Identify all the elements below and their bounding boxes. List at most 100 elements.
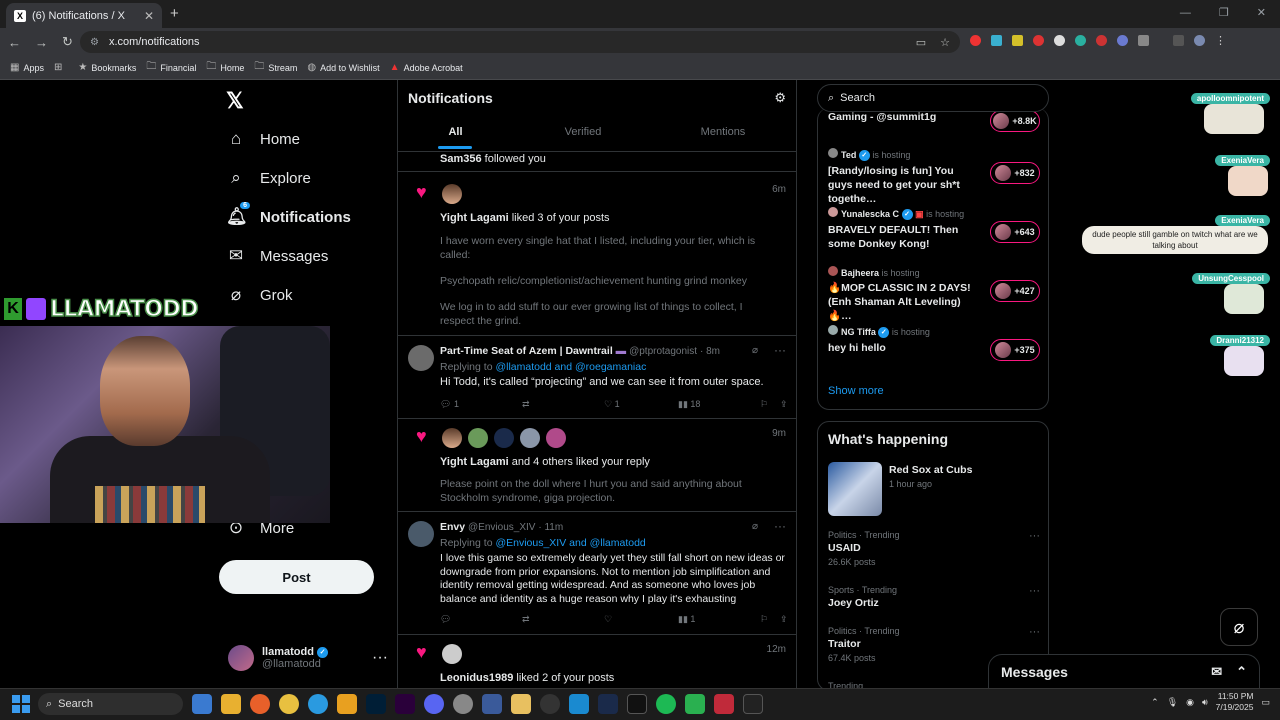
space-listeners-pill[interactable]: +427 [990, 280, 1040, 302]
reply-button[interactable]: 💬︎ [440, 614, 522, 625]
nav-messages[interactable]: ✉ Messages [226, 246, 329, 266]
volume-icon[interactable]: 🔊︎ [1202, 697, 1208, 708]
like-notification[interactable]: ♥ 9m Yight Lagami and 4 others liked you… [398, 420, 796, 512]
chrome-icon[interactable] [279, 694, 299, 714]
reply-post[interactable]: Part-Time Seat of Azem | Dawntrail ▬ @pt… [398, 337, 796, 419]
site-info-icon[interactable]: ⚙ [90, 37, 99, 48]
post-button[interactable]: Post [219, 560, 374, 594]
more-icon[interactable]: ··· [774, 519, 786, 533]
extension-icon[interactable] [1054, 35, 1065, 46]
grok-explain-icon[interactable]: ⌀ [752, 521, 758, 532]
more-icon[interactable]: ··· [1029, 626, 1040, 638]
restore-icon[interactable]: ❐ [1219, 6, 1229, 19]
settings-gear-icon[interactable]: ⚙ [774, 90, 786, 106]
forward-icon[interactable]: → [35, 35, 48, 50]
like-button[interactable]: ♡ [604, 614, 678, 625]
repost-button[interactable]: ⇄ [522, 614, 604, 625]
clock[interactable]: 11:50 PM 7/19/2025 [1216, 691, 1254, 713]
bookmark-apps[interactable]: ▦ Apps [10, 62, 44, 73]
trend-item[interactable]: Politics · Trending USAID 26.6K posts ··… [828, 530, 1040, 567]
app-icon[interactable] [337, 694, 357, 714]
account-switcher[interactable]: llamatodd ✓ @llamatodd ··· [228, 645, 388, 671]
back-icon[interactable]: ← [8, 35, 21, 50]
file-explorer-icon[interactable] [221, 694, 241, 714]
app-icon[interactable] [685, 694, 705, 714]
space-item[interactable]: Bajheera is hosting 🔥MOP CLASSIC IN 2 DA… [828, 266, 1040, 323]
sidebar-icon[interactable] [1173, 35, 1184, 46]
premiere-icon[interactable] [395, 694, 415, 714]
bookmark-wishlist[interactable]: ◍ Add to Wishlist [307, 62, 379, 73]
taskbar-search[interactable]: ⌕ Search [38, 693, 183, 715]
bookmark-home[interactable]: 🗀 Home [206, 59, 244, 76]
app-icon[interactable] [743, 694, 763, 714]
expand-icon[interactable]: ⌃ [1236, 664, 1247, 680]
share-icon[interactable]: ⇪ [780, 399, 788, 410]
space-listeners-pill[interactable]: +375 [990, 339, 1040, 361]
extension-icon[interactable] [1033, 35, 1044, 46]
like-notification[interactable]: ♥ 12m Leonidus1989 liked 2 of your posts [398, 636, 796, 690]
spotify-icon[interactable] [656, 694, 676, 714]
more-icon[interactable]: ··· [1029, 585, 1040, 597]
bookmark-financial[interactable]: 🗀 Financial [146, 59, 196, 76]
network-icon[interactable]: ◉ [1186, 697, 1194, 708]
more-icon[interactable]: ··· [774, 343, 786, 357]
reply-post[interactable]: Envy @Envious_XIV · 11m ⌀ ··· Replying t… [398, 513, 796, 635]
space-listeners-pill[interactable]: +8.8K [990, 110, 1040, 132]
share-icon[interactable]: ⇪ [780, 614, 788, 625]
bookmark-grid[interactable]: ⊞ [54, 62, 62, 73]
tab-verified[interactable]: Verified [543, 126, 623, 138]
close-tab-icon[interactable]: ✕ [144, 9, 154, 23]
space-item[interactable]: Yunalescka C ✓ ▣ is hosting BRAVELY DEFA… [828, 207, 1040, 251]
bookmark-icon[interactable]: ⚐ [760, 399, 780, 410]
views-button[interactable]: ▮▮ 1 [678, 614, 760, 625]
firefox-icon[interactable] [250, 694, 270, 714]
browser-tab[interactable]: X (6) Notifications / X ✕ [6, 3, 162, 28]
chevron-up-icon[interactable]: ⌃ [1151, 697, 1159, 708]
photoshop-icon[interactable] [366, 694, 386, 714]
app-icon[interactable] [482, 694, 502, 714]
more-icon[interactable]: ··· [372, 649, 388, 667]
space-listeners-pill[interactable]: +832 [990, 162, 1040, 184]
follow-notification[interactable]: Sam356 followed you [440, 153, 546, 165]
reply-button[interactable]: 💬︎ 1 [440, 399, 522, 410]
nav-explore[interactable]: ⌕ Explore [226, 168, 311, 188]
trend-item[interactable]: Sports · Trending Joey Ortiz ··· [828, 585, 1040, 609]
bookmark-icon[interactable]: ⚐ [760, 614, 780, 625]
extension-icon[interactable] [1117, 35, 1128, 46]
x-logo-icon[interactable]: 𝕏 [226, 88, 244, 114]
featured-image[interactable] [828, 462, 882, 516]
menu-kebab-icon[interactable]: ⋮ [1215, 34, 1226, 47]
puzzle-icon[interactable] [1138, 35, 1149, 46]
cast-icon[interactable]: ▭ [916, 36, 926, 49]
microphone-icon[interactable]: 🎙︎ [1167, 697, 1178, 708]
like-button[interactable]: ♡ 1 [604, 399, 678, 410]
app-icon[interactable] [569, 694, 589, 714]
extension-icon[interactable] [1012, 35, 1023, 46]
extension-icon[interactable] [970, 35, 981, 46]
extension-icon[interactable] [1075, 35, 1086, 46]
featured-event[interactable]: Red Sox at Cubs 1 hour ago [889, 464, 972, 489]
more-icon[interactable]: ··· [1029, 530, 1040, 542]
bookmark-stream[interactable]: 🗀 Stream [254, 59, 297, 76]
show-more-link[interactable]: Show more [828, 385, 884, 397]
grok-button[interactable]: ⌀ [1220, 608, 1258, 646]
nav-grok[interactable]: ⌀ Grok [226, 285, 293, 305]
extension-icon[interactable] [1096, 35, 1107, 46]
tab-mentions[interactable]: Mentions [683, 126, 763, 138]
views-button[interactable]: ▮▮ 18 [678, 399, 760, 410]
minimize-icon[interactable]: — [1180, 7, 1191, 19]
bookmark-star-icon[interactable]: ☆ [940, 36, 950, 49]
x-app-icon[interactable] [627, 694, 647, 714]
discord-icon[interactable] [424, 694, 444, 714]
notification-center-icon[interactable]: ▭ [1261, 697, 1270, 708]
search-input[interactable]: ⌕ Search [817, 84, 1049, 112]
profile-avatar-icon[interactable] [1194, 35, 1205, 46]
tab-all[interactable]: All [418, 126, 493, 138]
extension-icon[interactable] [991, 35, 1002, 46]
app-icon[interactable] [714, 694, 734, 714]
repost-button[interactable]: ⇄ [522, 399, 604, 410]
space-listeners-pill[interactable]: +643 [990, 221, 1040, 243]
app-icon[interactable] [511, 694, 531, 714]
new-tab-button[interactable]: + [170, 5, 179, 22]
space-item[interactable]: NG Tiffa ✓ is hosting hey hi hello +375 [828, 325, 1040, 361]
